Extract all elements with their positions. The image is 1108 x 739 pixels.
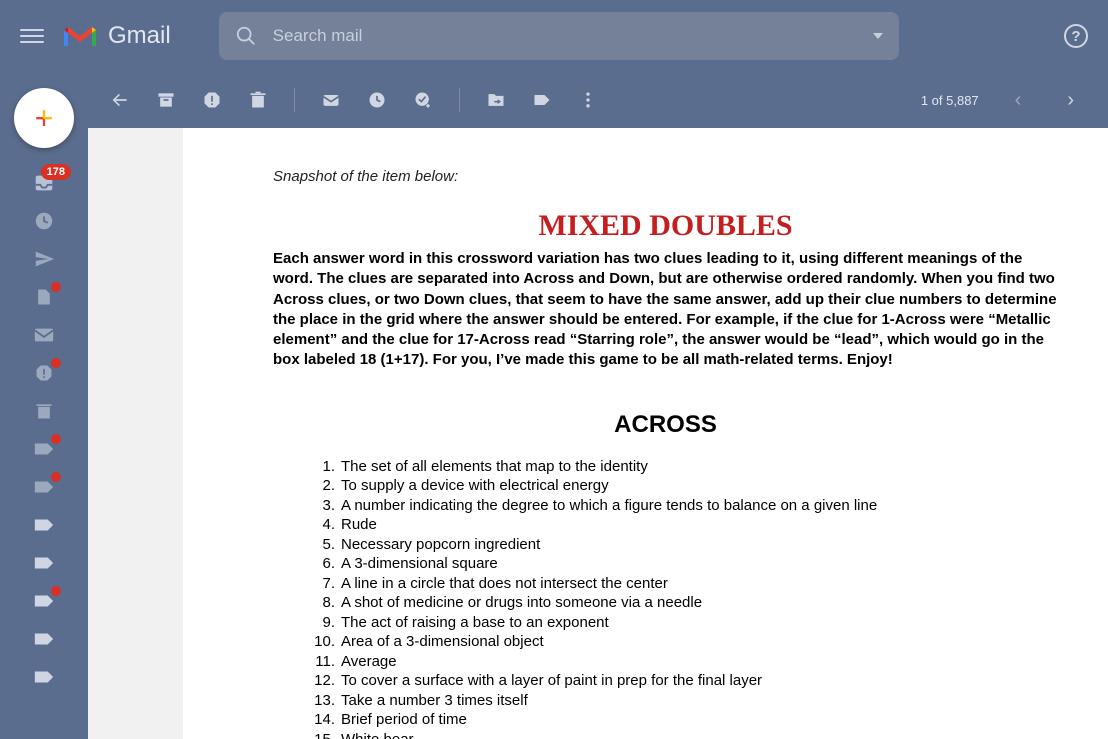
across-clue: 14. Brief period of time [307, 710, 1058, 730]
across-clue: 9. The act of raising a base to an expon… [307, 613, 1058, 633]
task-icon[interactable] [413, 90, 433, 110]
across-clue: 8. A shot of medicine or drugs into some… [307, 593, 1058, 613]
across-clue: 3. A number indicating the degree to whi… [307, 496, 1058, 516]
toolbar-divider [294, 88, 295, 112]
snooze-icon[interactable] [367, 90, 387, 110]
gmail-text: Gmail [108, 22, 171, 50]
sidebar: + 178 [0, 72, 88, 739]
across-clue: 13. Take a number 3 times itself [307, 691, 1058, 711]
trash-side-icon[interactable] [33, 400, 55, 422]
next-icon[interactable]: › [1057, 89, 1084, 112]
sent-icon[interactable] [33, 248, 55, 270]
across-clue: 7. A line in a circle that does not inte… [307, 574, 1058, 594]
search-options-icon[interactable] [873, 33, 883, 39]
document-body: Snapshot of the item below: MIXED DOUBLE… [183, 128, 1108, 739]
search-icon [235, 25, 257, 47]
spam-side-icon[interactable] [33, 362, 55, 384]
message-content: Snapshot of the item below: MIXED DOUBLE… [88, 128, 1108, 739]
gmail-m-icon [62, 22, 98, 50]
menu-icon[interactable] [20, 24, 44, 48]
across-clue: 5. Necessary popcorn ingredient [307, 535, 1058, 555]
delete-icon[interactable] [248, 90, 268, 110]
label-side-icon-1[interactable] [33, 438, 55, 460]
move-icon[interactable] [486, 90, 506, 110]
across-clue-list: 1. The set of all elements that map to t… [273, 457, 1058, 739]
label-side-icon-6[interactable] [33, 628, 55, 650]
inbox-icon[interactable]: 178 [33, 172, 55, 194]
across-clue: 12. To cover a surface with a layer of p… [307, 671, 1058, 691]
app-header: Gmail ? [0, 0, 1108, 72]
label-icon[interactable] [532, 90, 552, 110]
message-toolbar: 1 of 5,887 ‹ › [0, 72, 1108, 128]
prev-icon[interactable]: ‹ [1005, 89, 1032, 112]
across-clue: 10. Area of a 3-dimensional object [307, 632, 1058, 652]
search-box[interactable] [219, 12, 899, 60]
more-icon[interactable] [578, 90, 598, 110]
across-heading: ACROSS [273, 411, 1058, 439]
plus-icon: + [35, 100, 54, 137]
archive-icon[interactable] [156, 90, 176, 110]
puzzle-intro: Each answer word in this crossword varia… [273, 249, 1058, 371]
drafts-icon[interactable] [33, 286, 55, 308]
across-clue: 1. The set of all elements that map to t… [307, 457, 1058, 477]
mail-icon[interactable] [33, 324, 55, 346]
search-input[interactable] [273, 26, 857, 46]
inbox-badge: 178 [41, 164, 71, 180]
compose-button[interactable]: + [14, 88, 74, 148]
puzzle-title: MIXED DOUBLES [273, 209, 1058, 243]
label-side-icon-4[interactable] [33, 552, 55, 574]
across-clue: 4. Rude [307, 515, 1058, 535]
across-clue: 11. Average [307, 652, 1058, 672]
back-icon[interactable] [110, 90, 130, 110]
mark-unread-icon[interactable] [321, 90, 341, 110]
label-side-icon-5[interactable] [33, 590, 55, 612]
label-side-icon-2[interactable] [33, 476, 55, 498]
help-icon[interactable]: ? [1064, 24, 1088, 48]
message-counter: 1 of 5,887 [921, 93, 979, 108]
across-clue: 15. White bear [307, 730, 1058, 739]
toolbar-divider [459, 88, 460, 112]
gmail-logo[interactable]: Gmail [62, 22, 171, 50]
across-clue: 6. A 3-dimensional square [307, 554, 1058, 574]
label-side-icon-7[interactable] [33, 666, 55, 688]
label-side-icon-3[interactable] [33, 514, 55, 536]
snoozed-icon[interactable] [33, 210, 55, 232]
snapshot-label: Snapshot of the item below: [273, 168, 1058, 185]
across-clue: 2. To supply a device with electrical en… [307, 476, 1058, 496]
spam-icon[interactable] [202, 90, 222, 110]
content-gutter [88, 128, 183, 739]
